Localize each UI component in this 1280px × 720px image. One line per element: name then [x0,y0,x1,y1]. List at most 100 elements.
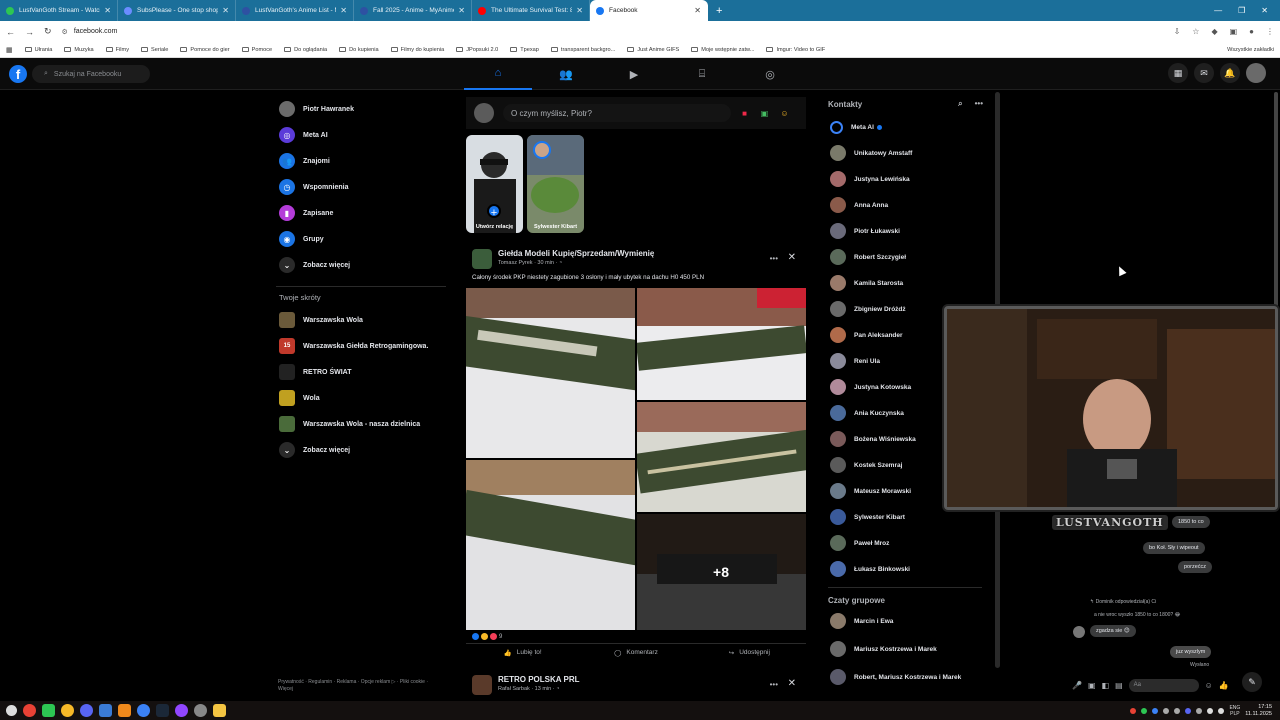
chat-message[interactable]: zgadza sie 😊 [1090,625,1136,637]
all-bookmarks-button[interactable]: Wszystkie zakładki [1227,47,1280,53]
app-taskbar-icon[interactable] [99,704,112,717]
chat-message[interactable]: porzećcz [1178,561,1213,573]
close-tab-icon[interactable]: ✕ [222,6,229,15]
url-field[interactable]: facebook.com [74,28,118,35]
bookmark-item[interactable]: Do oglądania [284,47,327,53]
bookmark-star-icon[interactable]: ☆ [1192,27,1199,36]
post-photo[interactable] [466,288,635,458]
group-avatar[interactable] [472,249,492,269]
menu-grid-icon[interactable]: ▦ [1168,63,1188,83]
sidebar-item[interactable]: ◉ Grupy [276,226,446,252]
tray-icon[interactable] [1163,707,1170,714]
sidebar-item[interactable]: ⌄ Zobacz więcej [276,252,446,278]
new-tab-button[interactable]: + [708,5,730,17]
close-tab-icon[interactable]: ✕ [104,6,111,15]
facebook-logo[interactable]: f [9,65,27,83]
new-message-icon[interactable]: ✎ [1242,672,1262,692]
post-author-meta[interactable]: Rafał Sarbak · 13 min · ◔ [498,686,579,692]
photo-icon[interactable]: ▣ [1088,681,1096,690]
gif-icon[interactable]: ▤ [1115,681,1123,690]
contact-item[interactable]: Anna Anna [828,192,988,218]
chat-message-input[interactable]: Aa [1128,678,1199,692]
back-icon[interactable]: ← [6,27,15,37]
microphone-icon[interactable]: 🎤 [1072,681,1082,690]
post-group-name[interactable]: Giełda Modeli Kupię/Sprzedam/Wymienię [498,249,654,258]
tray-icon[interactable] [1174,707,1181,714]
close-tab-icon[interactable]: ✕ [340,6,347,15]
chat-avatar[interactable] [1073,626,1085,638]
start-icon[interactable] [6,705,17,716]
post-photo[interactable] [637,402,806,512]
app-taskbar-icon[interactable] [137,704,150,717]
discord-taskbar-icon[interactable] [80,704,93,717]
bookmark-item[interactable]: Filmy [105,47,129,53]
bookmark-item[interactable]: Muzyka [64,47,94,53]
emoji-icon[interactable]: ☺ [1205,681,1213,690]
like-button[interactable]: 👍 Lubię to! [466,644,579,661]
live-video-icon[interactable]: ■ [738,107,751,120]
language-indicator[interactable]: ENG PLP [1229,705,1240,717]
messenger-icon[interactable]: ✉ [1194,63,1214,83]
contact-item[interactable]: Meta AI [828,114,988,140]
close-icon[interactable]: ✕ [788,678,796,689]
tray-icon[interactable] [1185,707,1192,714]
bookmark-item[interactable]: JPopsuki 2.0 [456,47,498,53]
tray-icon[interactable] [1196,707,1203,714]
contact-item[interactable]: Piotr Łukawski [828,218,988,244]
app-taskbar-icon[interactable] [194,704,207,717]
tray-icon[interactable] [1141,707,1148,714]
sidebar-item[interactable]: ▮ Zapisane [276,200,446,226]
sidebar-item[interactable]: Piotr Hawranek [276,96,446,122]
contact-item[interactable]: Justyna Lewińska [828,166,988,192]
close-window-icon[interactable]: ✕ [1261,6,1268,15]
contact-item[interactable]: Łukasz Binkowski [828,556,988,582]
post-group-name[interactable]: RETRO POLSKA PRL [498,675,579,684]
footer-links[interactable]: Prywatność · Regulamin · Reklama · Opcje… [278,679,443,693]
shortcut-item[interactable]: 15 Warszawska Giełda Retrogamingowa. [276,333,446,359]
browser-tab[interactable]: The Ultimate Survival Test: 8-Pl... ✕ [472,0,590,21]
like-send-icon[interactable]: 👍 [1219,681,1229,690]
bookmark-item[interactable]: Just Anime GIFS [627,47,679,53]
contacts-options-icon[interactable]: ••• [975,99,983,109]
post-photo[interactable] [637,288,806,400]
composer-input[interactable]: O czym myślisz, Piotr? [503,104,731,122]
page-scrollbar[interactable] [1274,92,1278,312]
browser-tab[interactable]: Fall 2025 - Anime - MyAnimeL... ✕ [354,0,472,21]
post-photo[interactable] [466,460,635,630]
steam-taskbar-icon[interactable] [156,704,169,717]
more-photos-overlay[interactable]: +8 [636,514,806,630]
contact-item[interactable]: Unikatowy Amstaff [828,140,988,166]
browser-tab[interactable]: LustVanGoth Stream - Watch L... ✕ [0,0,118,21]
feeling-icon[interactable]: ☺ [778,107,791,120]
app-taskbar-icon[interactable] [175,704,188,717]
menu-kebab-icon[interactable]: ⋮ [1266,27,1274,36]
gaming-tab-icon[interactable]: ◎ [736,58,804,90]
minimize-icon[interactable]: — [1214,6,1222,15]
chat-message[interactable]: bo Koł. Sły i wipeout [1143,542,1205,554]
contact-item[interactable]: Kamila Starosta [828,270,988,296]
bookmark-item[interactable]: Tpexap [510,47,539,53]
chrome-taskbar-icon[interactable] [23,704,36,717]
bookmark-item[interactable]: Seriale [141,47,168,53]
site-info-icon[interactable]: ⚙ [62,28,68,36]
chat-message[interactable]: a nie wroc wyszło 1850 to co 1800? 😂 [1094,612,1180,618]
maximize-icon[interactable]: ❐ [1238,6,1245,15]
reload-icon[interactable]: ↻ [44,26,52,37]
browser-tab[interactable]: LustVanGoth's Anime List - My... ✕ [236,0,354,21]
shortcut-item[interactable]: RETRO ŚWIAT [276,359,446,385]
group-avatar[interactable] [472,675,492,695]
facebook-search[interactable]: ⌕ Szukaj na Facebooku [32,65,150,83]
marketplace-tab-icon[interactable]: ⌸ [668,58,736,90]
bookmark-item[interactable]: Do kupienia [339,47,379,53]
shortcut-item[interactable]: Warszawska Wola - nasza dzielnica [276,411,446,437]
tray-icon[interactable] [1152,707,1159,714]
bookmark-item[interactable]: Pomoce [241,47,272,53]
share-button[interactable]: ↪ Udostępnij [693,644,806,661]
bookmark-item[interactable]: Filmy do kupienia [390,47,444,53]
contact-item[interactable]: Robert Szczygieł [828,244,988,270]
contact-item[interactable]: Paweł Mroz [828,530,988,556]
app-taskbar-icon[interactable] [61,704,74,717]
account-avatar[interactable] [1246,63,1266,83]
puzzle-icon[interactable]: ▣ [1230,27,1238,36]
wifi-icon[interactable] [1207,707,1214,714]
